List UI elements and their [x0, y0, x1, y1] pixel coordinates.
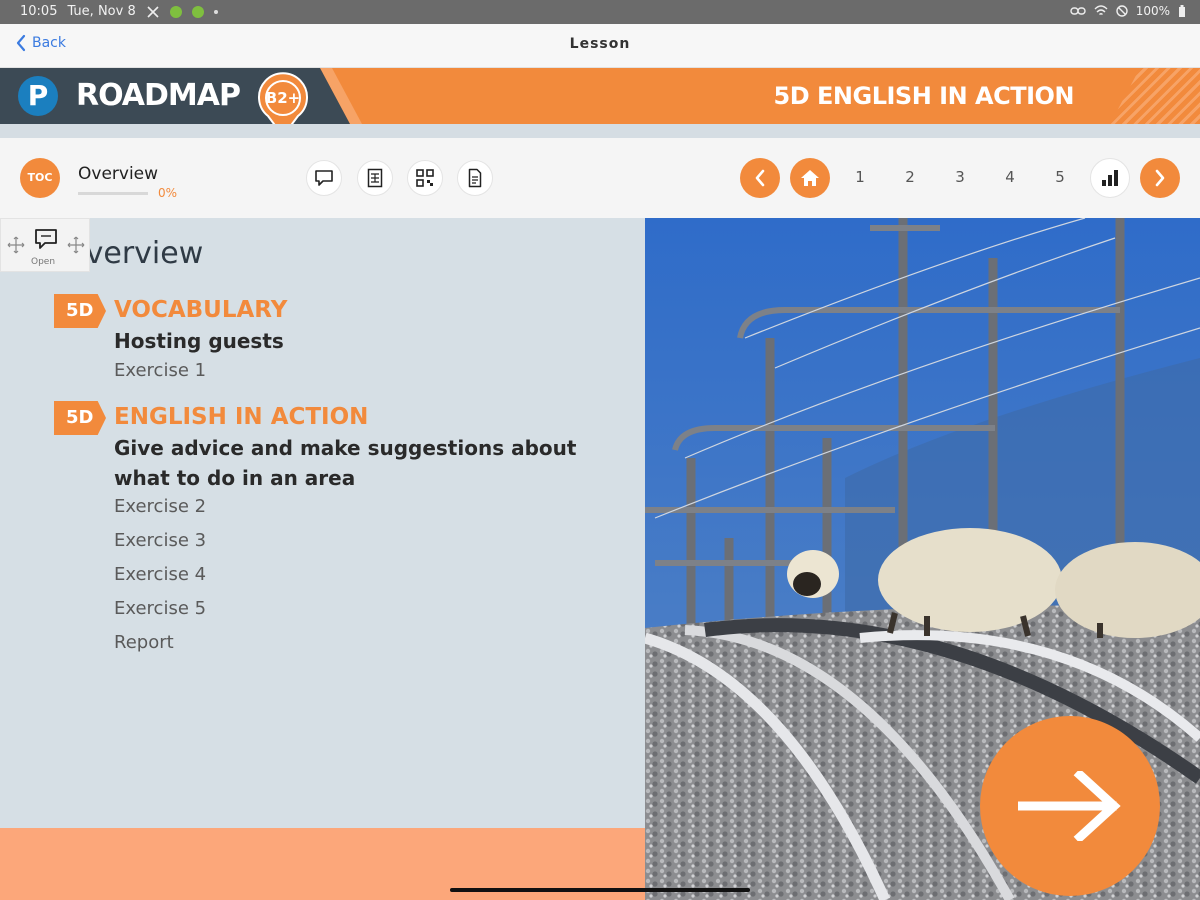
- unit-title: 5D ENGLISH IN ACTION: [773, 82, 1075, 110]
- page-title: Lesson: [569, 36, 631, 52]
- banner-divider: [0, 124, 1200, 138]
- speech-bubble-icon: [315, 170, 333, 186]
- page-number-3[interactable]: 3: [950, 168, 970, 186]
- page-number-4[interactable]: 4: [1000, 168, 1020, 186]
- page-view-button[interactable]: [457, 160, 493, 196]
- page-number-1[interactable]: 1: [850, 168, 870, 186]
- home-indicator[interactable]: [450, 888, 750, 892]
- exercise-link-1[interactable]: Exercise 1: [114, 360, 206, 381]
- next-activity-button[interactable]: [980, 716, 1160, 896]
- page-icon: [468, 168, 482, 188]
- level-label: B2+: [265, 89, 301, 107]
- page-number-5[interactable]: 5: [1050, 168, 1070, 186]
- status-time: 10:05: [20, 4, 58, 19]
- lesson-toolbar: TOC Overview 0% 1 2 3 4 5: [0, 138, 1200, 218]
- qr-code-icon: [416, 169, 434, 187]
- worksheet-button[interactable]: [357, 160, 393, 196]
- battery-level: 100%: [1135, 4, 1170, 18]
- dnd-icon: [1115, 5, 1128, 17]
- overview-progress-percent: 0%: [158, 186, 178, 200]
- link-icon: [1069, 7, 1086, 15]
- more-notifications-icon: [213, 9, 218, 14]
- toc-button[interactable]: TOC: [20, 158, 60, 198]
- app-notification-icon-2: [191, 5, 204, 18]
- exercise-link-3[interactable]: Exercise 3: [114, 530, 206, 551]
- report-button[interactable]: [1090, 158, 1130, 198]
- status-left: 10:05 Tue, Nov 8: [20, 4, 218, 19]
- banner-hatch-decoration: [1110, 68, 1200, 124]
- overview-progress-bar: [78, 192, 148, 195]
- section-title-vocabulary: VOCABULARY: [114, 297, 288, 323]
- missed-call-icon: [147, 5, 159, 18]
- exercise-link-4[interactable]: Exercise 4: [114, 564, 206, 585]
- report-link[interactable]: Report: [114, 632, 174, 653]
- status-date: Tue, Nov 8: [67, 4, 136, 19]
- section-badge: 5D: [54, 401, 106, 435]
- exercise-link-2[interactable]: Exercise 2: [114, 496, 206, 517]
- status-bar: 10:05 Tue, Nov 8 100%: [0, 0, 1200, 24]
- open-comments-chip[interactable]: Open: [0, 218, 90, 272]
- section-title-english-in-action: ENGLISH IN ACTION: [114, 404, 369, 430]
- exercise-link-5[interactable]: Exercise 5: [114, 598, 206, 619]
- page-number-2[interactable]: 2: [900, 168, 920, 186]
- comment-icon: [35, 229, 57, 249]
- section-badge: 5D: [54, 294, 106, 328]
- navigation-bar: Back Lesson: [0, 24, 1200, 68]
- section-subtitle: Hosting guests: [114, 329, 284, 353]
- move-handle-icon-right[interactable]: [67, 236, 85, 254]
- previous-page-button[interactable]: [740, 158, 780, 198]
- arrow-right-icon: [1018, 771, 1121, 841]
- course-banner: P ROADMAP 5D ENGLISH IN ACTION: [0, 68, 1200, 124]
- home-icon: [801, 170, 819, 186]
- overview-label: Overview: [78, 164, 159, 184]
- bar-chart-icon: [1102, 170, 1118, 186]
- brand-name: ROADMAP: [76, 78, 241, 113]
- section-subtitle: Give advice and make suggestions about w…: [114, 436, 577, 490]
- home-button[interactable]: [790, 158, 830, 198]
- battery-icon: [1179, 4, 1185, 17]
- wifi-icon: [1094, 5, 1108, 16]
- comments-button[interactable]: [306, 160, 342, 196]
- document-grid-icon: [367, 168, 383, 188]
- status-right: 100%: [1069, 4, 1186, 18]
- chevron-right-icon: [1155, 169, 1165, 187]
- move-handle-icon[interactable]: [7, 236, 25, 254]
- open-label: Open: [31, 257, 56, 267]
- next-page-button[interactable]: [1140, 158, 1180, 198]
- app-notification-icon: [169, 5, 182, 18]
- chevron-left-icon: [755, 169, 765, 187]
- qr-code-button[interactable]: [407, 160, 443, 196]
- pearson-logo-icon: P: [18, 76, 58, 116]
